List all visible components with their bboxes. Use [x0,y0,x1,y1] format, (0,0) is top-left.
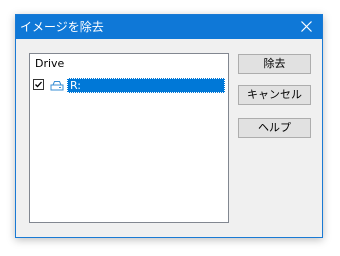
drive-icon [50,81,64,91]
title-bar[interactable]: イメージを除去 [16,15,322,39]
drive-list[interactable]: Drive R: [29,53,229,223]
drive-checkbox[interactable] [33,79,44,90]
close-button[interactable] [292,15,322,39]
help-button[interactable]: ヘルプ [238,118,311,138]
remove-image-dialog: イメージを除去 Drive R: 除去 キャンセル ヘルプ [15,14,323,238]
close-icon [301,21,312,32]
list-item[interactable]: R: [30,77,228,94]
cancel-button[interactable]: キャンセル [238,85,311,105]
selected-row-highlight[interactable]: R: [67,78,225,93]
remove-button[interactable]: 除去 [238,54,311,74]
dialog-title: イメージを除去 [20,20,104,34]
list-header-drive: Drive [35,57,65,70]
checkmark-icon [35,81,42,88]
drive-label: R: [70,79,82,92]
